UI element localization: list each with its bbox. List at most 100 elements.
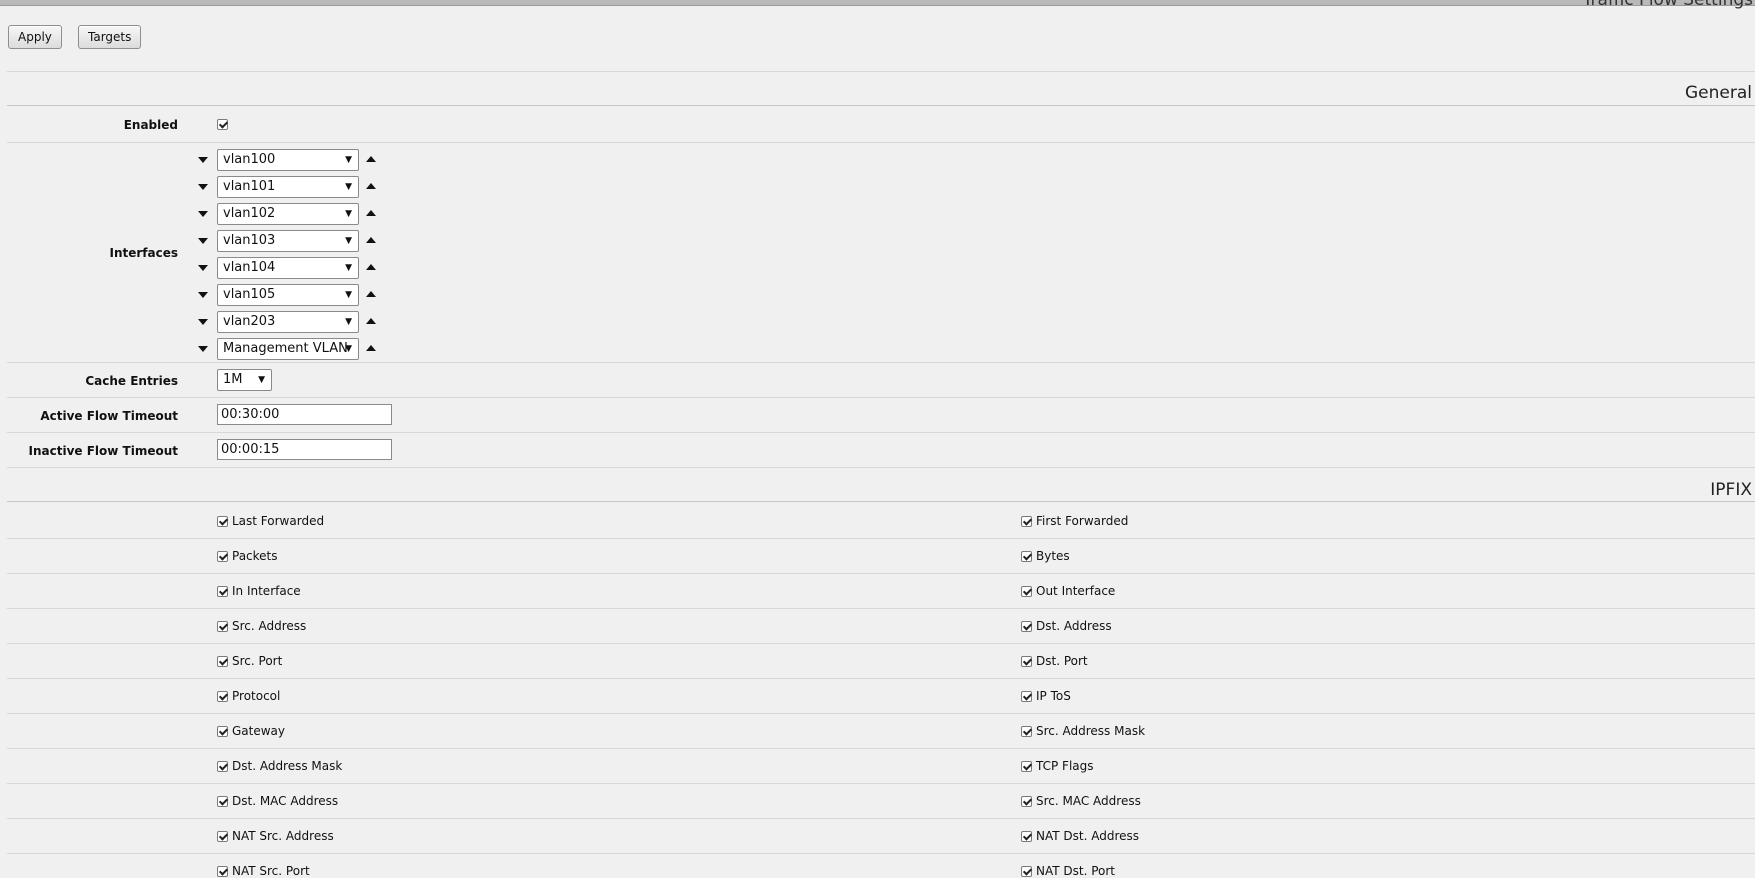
ipfix-checkbox[interactable] bbox=[1021, 726, 1032, 737]
ipfix-option-label: Gateway bbox=[232, 724, 286, 738]
ipfix-option-label: NAT Dst. Address bbox=[1036, 829, 1140, 843]
interface-select[interactable]: vlan102 ▼ bbox=[217, 203, 359, 225]
cache-entries-value: 1M bbox=[223, 372, 243, 387]
move-up-icon[interactable] bbox=[366, 264, 376, 270]
ipfix-option-label: Src. Address Mask bbox=[1036, 724, 1146, 738]
move-up-icon[interactable] bbox=[366, 318, 376, 324]
move-down-icon[interactable] bbox=[198, 319, 208, 325]
move-up-icon[interactable] bbox=[366, 210, 376, 216]
inactive-flow-timeout-input[interactable]: 00:00:15 bbox=[217, 439, 392, 460]
dropdown-arrow-icon: ▼ bbox=[345, 263, 352, 273]
ipfix-checkbox[interactable] bbox=[1021, 831, 1032, 842]
ipfix-option-label: NAT Src. Address bbox=[232, 829, 334, 843]
dropdown-arrow-icon: ▼ bbox=[345, 155, 352, 165]
move-up-icon[interactable] bbox=[366, 345, 376, 351]
move-down-icon[interactable] bbox=[198, 265, 208, 271]
window-title: Traffic Flow Settings bbox=[1582, 0, 1753, 10]
active-flow-timeout-label: Active Flow Timeout bbox=[40, 409, 178, 423]
row-divider bbox=[7, 538, 1755, 539]
row-divider bbox=[7, 397, 1755, 398]
row-divider bbox=[7, 678, 1755, 679]
ipfix-option-label: Bytes bbox=[1036, 549, 1070, 563]
section-heading-general: General bbox=[1685, 83, 1752, 103]
ipfix-checkbox[interactable] bbox=[1021, 586, 1032, 597]
interface-select[interactable]: vlan100 ▼ bbox=[217, 149, 359, 171]
interface-select[interactable]: vlan105 ▼ bbox=[217, 284, 359, 306]
ipfix-checkbox[interactable] bbox=[1021, 796, 1032, 807]
section-underline-general bbox=[7, 105, 1755, 106]
ipfix-checkbox[interactable] bbox=[1021, 866, 1032, 877]
section-underline-ipfix bbox=[7, 501, 1755, 502]
ipfix-checkbox[interactable] bbox=[217, 516, 228, 527]
move-up-icon[interactable] bbox=[366, 291, 376, 297]
row-divider bbox=[7, 748, 1755, 749]
dropdown-arrow-icon: ▼ bbox=[345, 290, 352, 300]
ipfix-option-label: Dst. Port bbox=[1036, 654, 1088, 668]
interface-select[interactable]: vlan103 ▼ bbox=[217, 230, 359, 252]
enabled-checkbox[interactable] bbox=[217, 119, 228, 130]
move-down-icon[interactable] bbox=[198, 346, 208, 352]
ipfix-checkbox[interactable] bbox=[217, 656, 228, 667]
ipfix-option-label: IP ToS bbox=[1036, 689, 1071, 703]
ipfix-checkbox[interactable] bbox=[217, 726, 228, 737]
section-heading-ipfix: IPFIX bbox=[1710, 480, 1752, 500]
ipfix-checkbox[interactable] bbox=[217, 586, 228, 597]
interface-select[interactable]: vlan203 ▼ bbox=[217, 311, 359, 333]
row-divider bbox=[7, 643, 1755, 644]
move-up-icon[interactable] bbox=[366, 237, 376, 243]
ipfix-checkbox[interactable] bbox=[1021, 691, 1032, 702]
ipfix-checkbox[interactable] bbox=[1021, 551, 1032, 562]
ipfix-checkbox[interactable] bbox=[1021, 656, 1032, 667]
dropdown-arrow-icon: ▼ bbox=[345, 344, 352, 354]
row-divider bbox=[7, 467, 1755, 468]
ipfix-checkbox[interactable] bbox=[217, 621, 228, 632]
ipfix-checkbox[interactable] bbox=[1021, 761, 1032, 772]
ipfix-option-label: Out Interface bbox=[1036, 584, 1116, 598]
ipfix-option-label: TCP Flags bbox=[1036, 759, 1094, 773]
enabled-label: Enabled bbox=[123, 118, 178, 132]
row-divider bbox=[7, 432, 1755, 433]
active-flow-timeout-input[interactable]: 00:30:00 bbox=[217, 404, 392, 425]
ipfix-checkbox[interactable] bbox=[1021, 621, 1032, 632]
move-up-icon[interactable] bbox=[366, 183, 376, 189]
apply-button[interactable]: Apply bbox=[8, 25, 62, 49]
move-down-icon[interactable] bbox=[198, 238, 208, 244]
cache-entries-select[interactable]: 1M ▼ bbox=[217, 369, 272, 391]
move-up-icon[interactable] bbox=[366, 156, 376, 162]
ipfix-option-label: Src. Port bbox=[232, 654, 283, 668]
interface-select-value: vlan101 bbox=[223, 179, 276, 194]
ipfix-checkbox[interactable] bbox=[217, 831, 228, 842]
move-down-icon[interactable] bbox=[198, 184, 208, 190]
ipfix-option-label: Dst. Address Mask bbox=[232, 759, 343, 773]
interface-select[interactable]: vlan101 ▼ bbox=[217, 176, 359, 198]
interface-select-value: Management VLAN bbox=[223, 341, 348, 356]
interface-select-value: vlan103 bbox=[223, 233, 276, 248]
dropdown-arrow-icon: ▼ bbox=[258, 375, 265, 385]
interface-select[interactable]: vlan104 ▼ bbox=[217, 257, 359, 279]
ipfix-checkbox[interactable] bbox=[217, 796, 228, 807]
ipfix-checkbox[interactable] bbox=[217, 761, 228, 772]
ipfix-checkbox[interactable] bbox=[217, 551, 228, 562]
toolbar-divider bbox=[7, 71, 1755, 72]
cache-entries-label: Cache Entries bbox=[85, 374, 178, 388]
move-down-icon[interactable] bbox=[198, 211, 208, 217]
dropdown-arrow-icon: ▼ bbox=[345, 317, 352, 327]
dropdown-arrow-icon: ▼ bbox=[345, 209, 352, 219]
interface-select-value: vlan100 bbox=[223, 152, 276, 167]
row-divider bbox=[7, 713, 1755, 714]
ipfix-option-label: In Interface bbox=[232, 584, 301, 598]
inactive-flow-timeout-label: Inactive Flow Timeout bbox=[28, 444, 179, 458]
interface-select-value: vlan105 bbox=[223, 287, 276, 302]
move-down-icon[interactable] bbox=[198, 292, 208, 298]
ipfix-option-label: NAT Dst. Port bbox=[1036, 864, 1116, 878]
ipfix-option-label: Dst. Address bbox=[1036, 619, 1112, 633]
ipfix-checkbox[interactable] bbox=[217, 866, 228, 877]
interface-select[interactable]: Management VLAN ▼ bbox=[217, 338, 359, 360]
move-down-icon[interactable] bbox=[198, 157, 208, 163]
window-top-bar bbox=[0, 0, 1755, 6]
ipfix-checkbox[interactable] bbox=[1021, 516, 1032, 527]
ipfix-checkbox[interactable] bbox=[217, 691, 228, 702]
row-divider bbox=[7, 853, 1755, 854]
row-divider bbox=[7, 783, 1755, 784]
targets-button[interactable]: Targets bbox=[78, 25, 142, 49]
